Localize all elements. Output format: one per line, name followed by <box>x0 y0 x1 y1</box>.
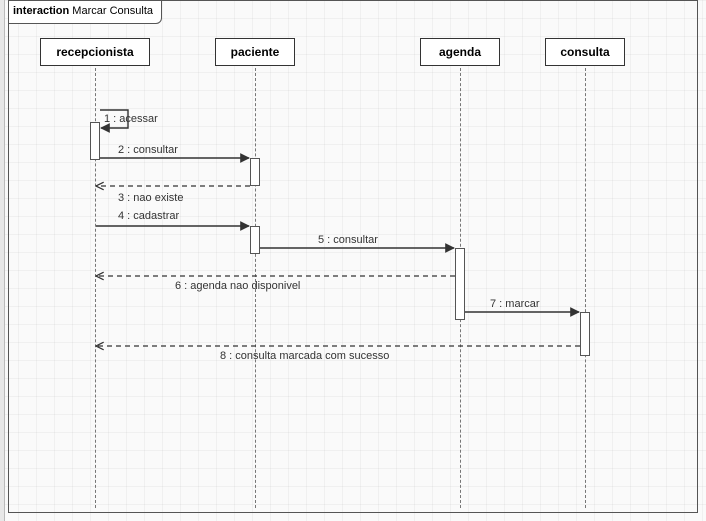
lifeline-paciente-head[interactable]: paciente <box>215 38 295 66</box>
frame-keyword: interaction <box>13 5 69 17</box>
lifeline-recepcionista-head[interactable]: recepcionista <box>40 38 150 66</box>
message-6-label: 6 : agenda nao disponivel <box>175 280 300 292</box>
lifeline-label: paciente <box>231 45 280 59</box>
frame-label: interaction Marcar Consulta <box>8 0 162 24</box>
lifeline-consulta-head[interactable]: consulta <box>545 38 625 66</box>
left-rail <box>0 0 5 521</box>
interaction-frame: interaction Marcar Consulta <box>8 0 698 513</box>
message-7-label: 7 : marcar <box>490 298 540 310</box>
message-5-label: 5 : consultar <box>318 234 378 246</box>
activation-paciente-1 <box>250 158 260 186</box>
message-2-label: 2 : consultar <box>118 144 178 156</box>
message-4-label: 4 : cadastrar <box>118 210 179 222</box>
frame-title: Marcar Consulta <box>72 5 153 17</box>
activation-consulta-1 <box>580 312 590 356</box>
lifeline-agenda-head[interactable]: agenda <box>420 38 500 66</box>
activation-agenda-1 <box>455 248 465 320</box>
lifeline-consulta-line <box>585 68 586 508</box>
message-3-label: 3 : nao existe <box>118 192 183 204</box>
lifeline-label: recepcionista <box>56 45 133 59</box>
lifeline-label: consulta <box>560 45 609 59</box>
lifeline-label: agenda <box>439 45 481 59</box>
message-8-label: 8 : consulta marcada com sucesso <box>220 350 389 362</box>
activation-recepcionista-1 <box>90 122 100 160</box>
message-1-label: 1 : acessar <box>104 113 158 125</box>
activation-paciente-2 <box>250 226 260 254</box>
